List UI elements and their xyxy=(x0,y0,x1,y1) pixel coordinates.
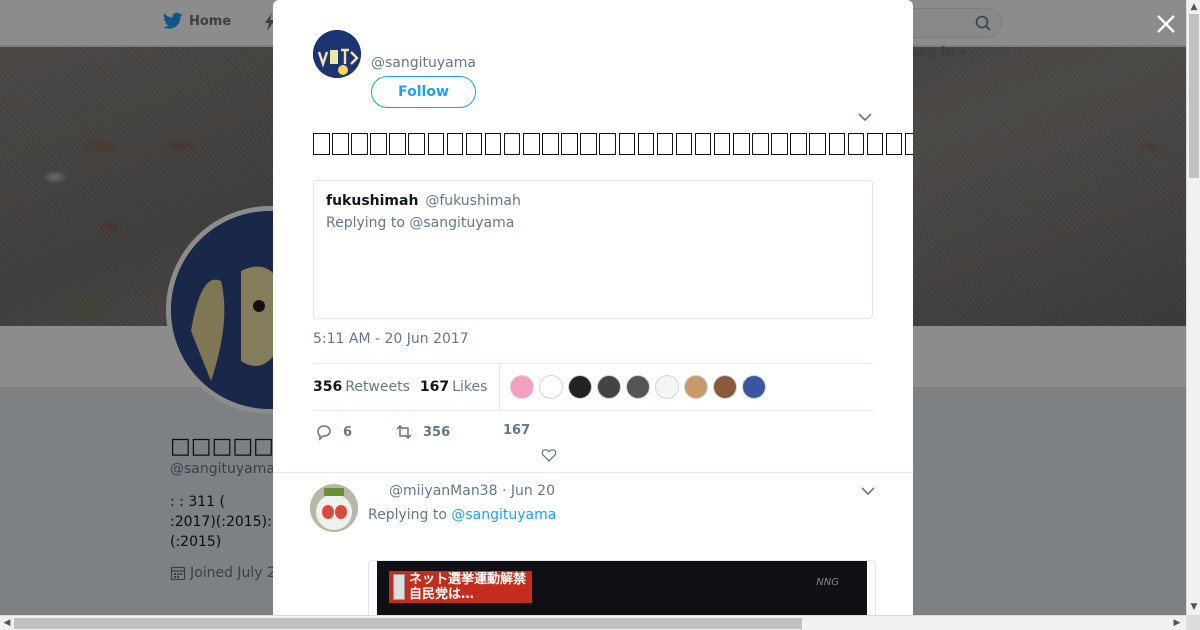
stats-divider xyxy=(499,363,501,411)
missing-glyph xyxy=(561,133,578,155)
tweet-timestamp[interactable]: 5:11 AM - 20 Jun 2017 xyxy=(313,331,469,347)
retweet-action[interactable]: 356 xyxy=(395,423,450,441)
missing-glyph xyxy=(637,133,655,155)
missing-glyph xyxy=(904,133,913,155)
scrollbar-corner xyxy=(1186,615,1200,630)
like-count: 167 xyxy=(503,423,531,438)
quote-author-name: fukushimah xyxy=(326,193,419,209)
tweet-modal: @sangituyama Follow fukushimah @fukushim… xyxy=(273,0,913,615)
missing-glyph xyxy=(790,133,807,155)
close-icon[interactable] xyxy=(1154,12,1178,36)
quote-author: fukushimah @fukushimah xyxy=(326,193,860,209)
reply-action[interactable]: 6 xyxy=(315,423,352,441)
horizontal-scrollbar[interactable]: ◀ ▶ xyxy=(0,615,1186,630)
retweet-icon xyxy=(396,424,412,440)
missing-glyph xyxy=(618,133,635,155)
missing-glyph xyxy=(809,133,826,155)
liker-avatar[interactable] xyxy=(684,375,709,399)
liker-avatar[interactable] xyxy=(539,375,564,399)
missing-glyph xyxy=(866,133,884,155)
likes-label: Likes xyxy=(452,379,488,395)
quote-author-handle: @fukushimah xyxy=(425,193,521,209)
likes-count: 167 xyxy=(419,379,450,395)
reply-replying-prefix: Replying to xyxy=(368,507,447,523)
tweet-actions: 6 356 167 xyxy=(313,420,873,470)
chevron-down-icon[interactable] xyxy=(861,486,875,496)
missing-glyph xyxy=(885,133,903,155)
liker-avatar[interactable] xyxy=(568,375,593,399)
heart-icon[interactable] xyxy=(541,447,557,463)
liker-avatar[interactable] xyxy=(655,375,680,399)
quoted-tweet-card[interactable]: fukushimah @fukushimah Replying to @sang… xyxy=(313,180,873,319)
tweet-stats: 356 Retweets 167 Likes xyxy=(313,363,873,411)
chevron-down-icon[interactable] xyxy=(858,112,872,122)
reply-header[interactable]: @miiyanMan38 · Jun 20 xyxy=(389,483,555,499)
missing-glyph xyxy=(656,133,674,155)
media-caption: ネット選挙運動解禁 自民党は… xyxy=(389,571,533,603)
missing-glyph xyxy=(484,133,502,155)
follow-button[interactable]: Follow xyxy=(371,76,476,108)
missing-glyph xyxy=(503,133,521,155)
missing-glyph xyxy=(542,133,559,155)
missing-glyph xyxy=(523,133,540,155)
reply-replying-handle[interactable]: @sangituyama xyxy=(451,507,556,523)
reply-media-image[interactable]: ネット選挙運動解禁 自民党は… NNG xyxy=(368,560,876,615)
horizontal-scroll-thumb[interactable] xyxy=(14,618,802,629)
missing-glyph xyxy=(351,133,368,155)
author-avatar-drawing xyxy=(313,30,361,78)
missing-glyph xyxy=(465,133,483,155)
missing-glyph xyxy=(733,133,750,155)
missing-glyph xyxy=(446,133,464,155)
reply-avatar-drawing xyxy=(310,484,358,532)
liker-avatar[interactable] xyxy=(713,375,738,399)
liker-avatar[interactable] xyxy=(510,375,535,399)
missing-glyph xyxy=(771,133,788,155)
scroll-left-arrow[interactable]: ◀ xyxy=(0,616,14,630)
media-logo: NNG xyxy=(816,577,839,588)
author-handle[interactable]: @sangituyama xyxy=(371,55,476,71)
reply-divider xyxy=(273,472,913,473)
vertical-scroll-thumb[interactable] xyxy=(1189,14,1199,178)
missing-glyph xyxy=(828,133,846,155)
retweets-label: Retweets xyxy=(345,379,410,395)
quote-replying-to: Replying to @sangituyama xyxy=(326,215,515,231)
reply-count: 6 xyxy=(343,424,353,440)
missing-glyph xyxy=(408,133,425,155)
media-caption-text: ネット選挙運動解禁 自民党は… xyxy=(409,572,527,602)
retweets-count: 356 xyxy=(313,379,343,395)
missing-glyph xyxy=(847,133,865,155)
missing-glyph xyxy=(313,133,330,155)
missing-glyph xyxy=(752,133,769,155)
missing-glyph xyxy=(332,133,349,155)
author-avatar[interactable] xyxy=(313,30,361,78)
reply-icon xyxy=(317,425,331,441)
missing-glyph xyxy=(675,133,693,155)
reply-replying-to: Replying to @sangituyama xyxy=(368,507,556,523)
missing-glyph xyxy=(599,133,616,155)
scroll-down-arrow[interactable]: ▼ xyxy=(1187,600,1200,614)
missing-glyph xyxy=(580,133,597,155)
likes-stat[interactable]: 167 Likes xyxy=(420,379,487,395)
missing-glyph xyxy=(370,133,387,155)
missing-glyph xyxy=(694,133,712,155)
liker-avatar[interactable] xyxy=(597,375,622,399)
retweet-count: 356 xyxy=(423,424,451,440)
vertical-scrollbar[interactable]: ▲ ▼ xyxy=(1186,0,1200,615)
liker-avatar[interactable] xyxy=(626,375,651,399)
reply-avatar[interactable] xyxy=(310,484,358,532)
missing-glyph xyxy=(713,133,731,155)
missing-glyph xyxy=(389,133,406,155)
media-frame: ネット選挙運動解禁 自民党は… NNG xyxy=(377,561,867,615)
missing-glyph xyxy=(427,133,445,155)
liker-avatar[interactable] xyxy=(742,375,767,399)
tweet-text xyxy=(313,128,913,162)
like-action[interactable]: 167 xyxy=(503,423,530,438)
retweets-stat[interactable]: 356 Retweets xyxy=(313,379,410,395)
liker-avatars xyxy=(510,375,767,399)
scroll-right-arrow[interactable]: ▶ xyxy=(1170,616,1184,630)
scroll-up-arrow[interactable]: ▲ xyxy=(1187,0,1200,14)
